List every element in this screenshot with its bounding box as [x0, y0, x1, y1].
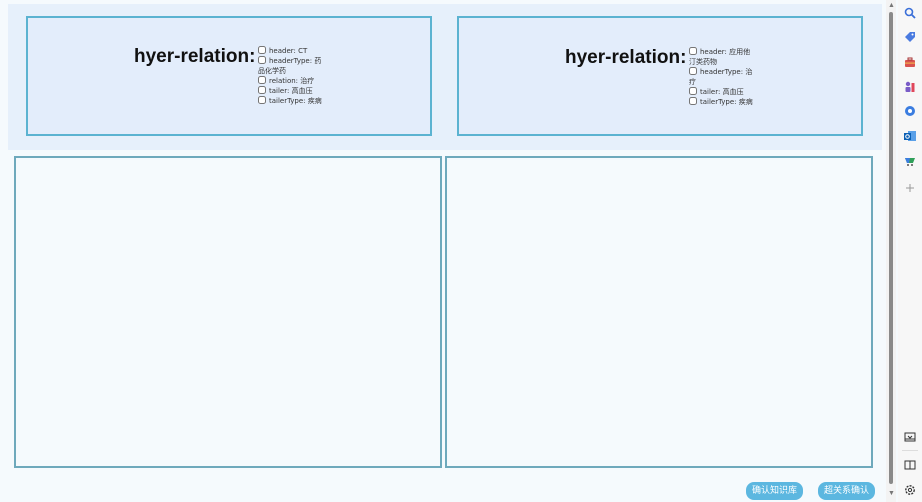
- relation-title: hyer-relation:: [134, 46, 256, 67]
- checkbox[interactable]: [258, 96, 266, 104]
- left-panel: [14, 156, 442, 468]
- toolbox-icon[interactable]: [903, 55, 917, 69]
- add-icon[interactable]: [903, 181, 917, 195]
- checkbox[interactable]: [689, 87, 697, 95]
- checkbox[interactable]: [689, 47, 697, 55]
- outlook-icon[interactable]: [903, 129, 917, 143]
- checkbox[interactable]: [689, 67, 697, 75]
- confirm-hyper-button[interactable]: 超关系确认: [818, 482, 876, 500]
- check-tailer-type[interactable]: tailerType: 疾病: [689, 97, 755, 107]
- relation-checklist: header: CT headerType: 药品化学药 relation: 治…: [258, 46, 328, 106]
- settings-icon[interactable]: [903, 483, 917, 497]
- checkbox[interactable]: [689, 97, 697, 105]
- sidebar-divider: [902, 450, 918, 451]
- relation-checklist: header: 应用他汀类药物 headerType: 治疗 tailer: 高…: [689, 47, 755, 107]
- checkbox[interactable]: [258, 56, 266, 64]
- checkbox[interactable]: [258, 46, 266, 54]
- check-header[interactable]: header: CT: [258, 46, 328, 56]
- check-header[interactable]: header: 应用他汀类药物: [689, 47, 755, 67]
- relation-title: hyer-relation:: [565, 47, 687, 68]
- check-header-type[interactable]: headerType: 药品化学药: [258, 56, 328, 76]
- scroll-down-icon[interactable]: ▼: [888, 490, 895, 497]
- shopping-icon[interactable]: [903, 154, 917, 168]
- relation-card-2: hyer-relation: header: 应用他汀类药物 headerTyp…: [457, 16, 863, 136]
- reader-icon[interactable]: [903, 458, 917, 472]
- panel-icon[interactable]: [903, 430, 917, 444]
- checkbox[interactable]: [258, 76, 266, 84]
- browser-sidebar: [898, 0, 922, 502]
- scroll-up-icon[interactable]: ▲: [888, 2, 895, 9]
- check-tailer-type[interactable]: tailerType: 疾病: [258, 96, 328, 106]
- check-tailer[interactable]: tailer: 高血压: [689, 87, 755, 97]
- check-header-type[interactable]: headerType: 治疗: [689, 67, 755, 87]
- confirm-kb-button[interactable]: 确认知识库: [746, 482, 804, 500]
- checkbox[interactable]: [258, 86, 266, 94]
- right-panel: [445, 156, 873, 468]
- tag-icon[interactable]: [903, 30, 917, 44]
- check-relation[interactable]: relation: 治疗: [258, 76, 328, 86]
- relation-card-1: hyer-relation: header: CT headerType: 药品…: [26, 16, 432, 136]
- search-icon[interactable]: [903, 6, 917, 20]
- check-tailer[interactable]: tailer: 高血压: [258, 86, 328, 96]
- person-chess-icon[interactable]: [903, 80, 917, 94]
- scrollbar-thumb[interactable]: [889, 12, 893, 484]
- extension-icon[interactable]: [903, 104, 917, 118]
